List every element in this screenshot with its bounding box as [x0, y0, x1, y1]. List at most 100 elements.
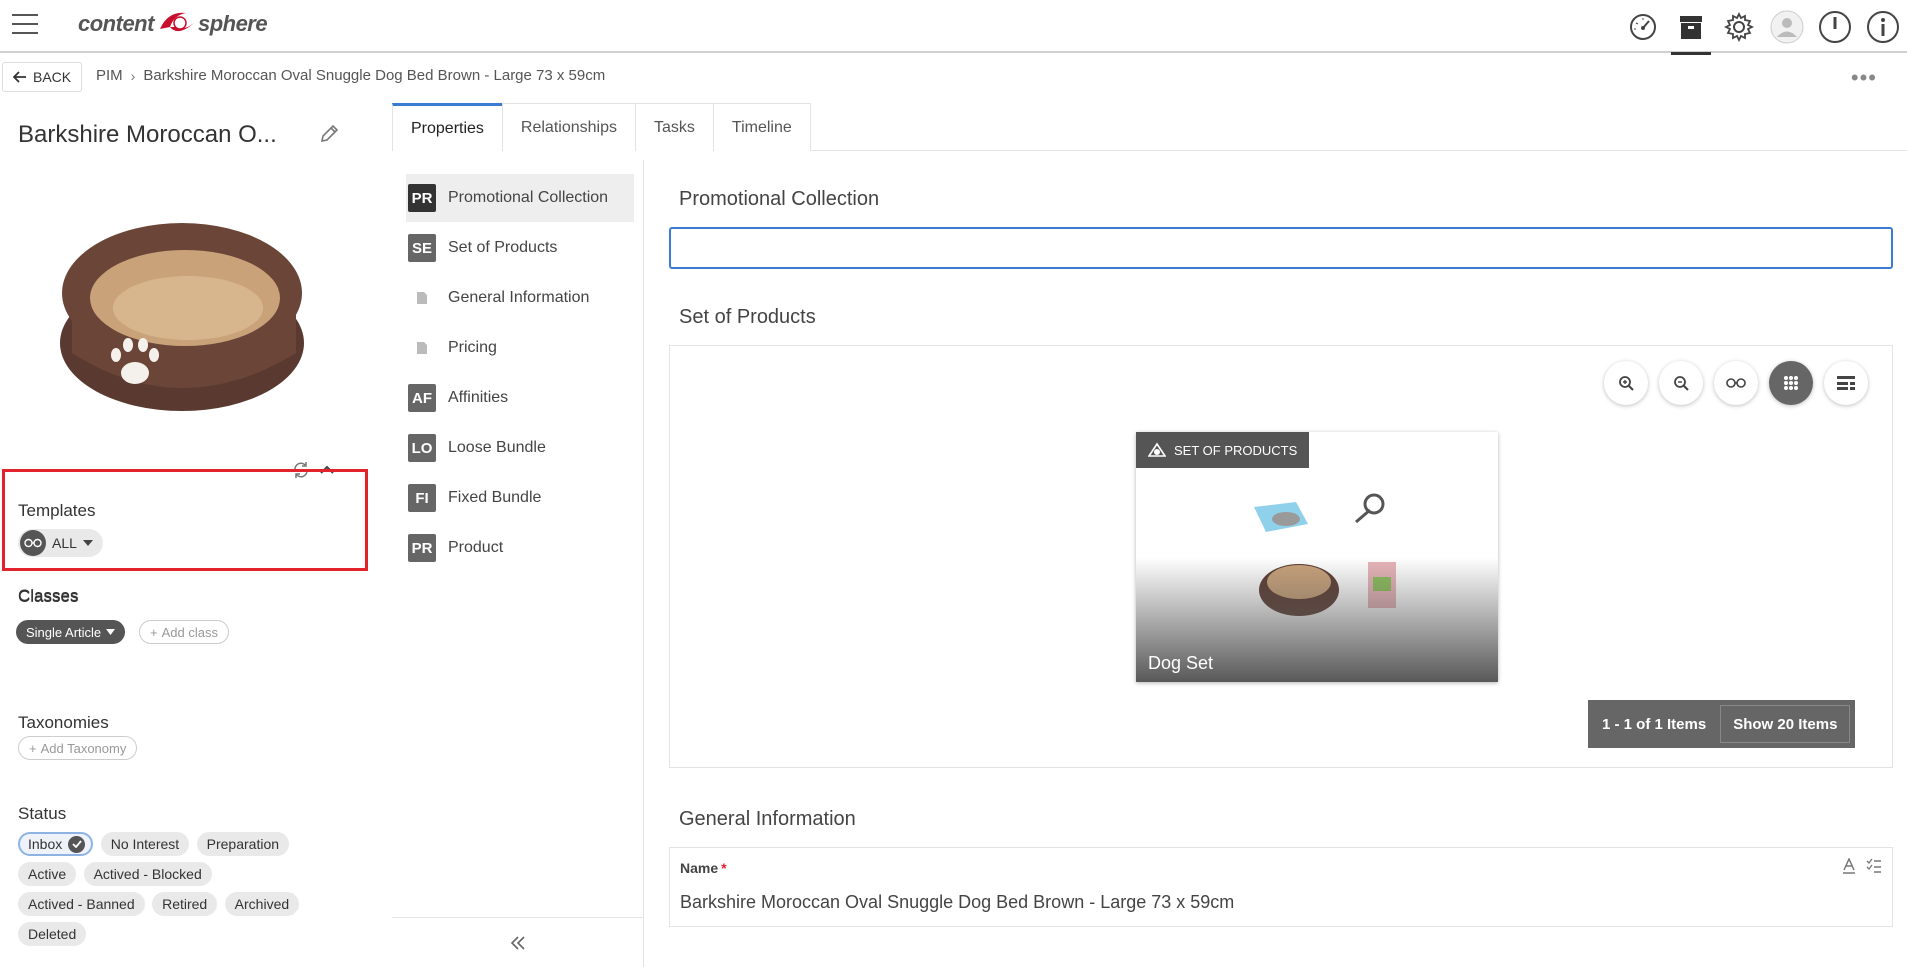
- list-view-icon[interactable]: [1824, 361, 1868, 405]
- arrow-left-icon: [13, 71, 26, 83]
- status-label: Status: [18, 804, 67, 823]
- hamburger-menu-icon[interactable]: [12, 14, 38, 34]
- status-chip-label: Deleted: [28, 926, 77, 942]
- add-taxonomy-button[interactable]: + Add Taxonomy: [18, 736, 138, 760]
- status-chip-actived-blocked[interactable]: Actived - Blocked: [83, 862, 212, 886]
- class-chip-single-article[interactable]: Single Article: [16, 620, 126, 644]
- nav-item-promotional-collection[interactable]: PR Promotional Collection: [406, 174, 634, 222]
- pagination-bar: 1 - 1 of 1 Items Show 20 Items: [1588, 700, 1856, 748]
- status-chip-label: Retired: [162, 896, 208, 912]
- tab-properties[interactable]: Properties: [392, 103, 503, 151]
- show-items-button[interactable]: Show 20 Items: [1720, 705, 1851, 743]
- status-chip-inbox[interactable]: Inbox: [18, 832, 94, 856]
- class-chip-label: Single Article: [26, 624, 102, 640]
- nav-badge: PR: [408, 534, 436, 562]
- general-information-heading: General Information: [679, 808, 856, 830]
- pagination-count: 1 - 1 of 1 Items: [1602, 715, 1707, 733]
- double-chevron-left-icon: [510, 935, 525, 950]
- more-options-icon[interactable]: •••: [1851, 65, 1877, 91]
- nav-item-label: Product: [448, 539, 504, 556]
- tab-bar: Properties Relationships Tasks Timeline: [392, 103, 1907, 151]
- pencil-icon[interactable]: [318, 123, 340, 145]
- logo-text-left: content: [78, 11, 154, 36]
- name-field-value[interactable]: Barkshire Moroccan Oval Snuggle Dog Bed …: [680, 892, 1234, 913]
- tab-timeline[interactable]: Timeline: [712, 103, 811, 151]
- nav-item-label: General Information: [448, 289, 590, 306]
- add-class-button[interactable]: + Add class: [139, 620, 229, 644]
- nav-item-label: Fixed Bundle: [448, 489, 542, 506]
- status-chip-label: Preparation: [206, 836, 280, 852]
- product-card-title: Dog Set: [1148, 653, 1214, 673]
- logo-text-right: sphere: [197, 11, 268, 36]
- promotional-collection-heading: Promotional Collection: [679, 188, 880, 210]
- user-avatar-icon[interactable]: [1763, 0, 1811, 53]
- status-chip-archived[interactable]: Archived: [224, 892, 300, 916]
- power-icon[interactable]: [1811, 0, 1859, 53]
- plus-icon: +: [150, 624, 158, 640]
- product-title: Barkshire Moroccan O...: [18, 121, 277, 148]
- nav-item-label: Set of Products: [448, 239, 558, 256]
- status-chip-active[interactable]: Active: [18, 862, 77, 886]
- grid-view-icon[interactable]: [1769, 361, 1813, 405]
- nav-item-pricing[interactable]: Pricing: [406, 324, 634, 372]
- nav-item-product[interactable]: PR Product: [406, 524, 634, 572]
- status-chip-list: Inbox No Interest Preparation Active Act…: [18, 832, 348, 952]
- text-format-icon[interactable]: [1842, 858, 1856, 874]
- nav-badge: AF: [408, 384, 436, 412]
- tab-tasks[interactable]: Tasks: [634, 103, 714, 151]
- nav-item-label: Affinities: [448, 389, 509, 406]
- checklist-icon[interactable]: [1866, 858, 1882, 874]
- classes-highlight-box: [2, 469, 368, 571]
- top-bar: content sphere: [0, 0, 1907, 55]
- set-of-products-icon: [1148, 442, 1166, 457]
- status-chip-label: Active: [28, 866, 67, 882]
- zoom-in-icon[interactable]: [1604, 361, 1648, 405]
- set-of-products-panel: SET OF PRODUCTS Dog Set 1 - 1 of 1 Items…: [669, 345, 1893, 768]
- breadcrumb-item-current: Barkshire Moroccan Oval Snuggle Dog Bed …: [143, 67, 606, 84]
- add-taxonomy-label: Add Taxonomy: [40, 740, 127, 756]
- name-label-text: Name: [680, 860, 719, 876]
- collapse-nav-button[interactable]: [392, 917, 644, 967]
- nav-item-set-of-products[interactable]: SE Set of Products: [406, 224, 634, 272]
- taxonomies-label: Taxonomies: [18, 713, 109, 732]
- glasses-icon[interactable]: [1714, 361, 1758, 405]
- nav-item-general-information[interactable]: General Information: [406, 274, 634, 322]
- checkmark-icon: [68, 835, 86, 853]
- status-chip-deleted[interactable]: Deleted: [18, 922, 87, 946]
- archive-icon[interactable]: [1667, 0, 1715, 55]
- set-of-products-badge: SET OF PRODUCTS: [1136, 432, 1310, 468]
- status-chip-actived-banned[interactable]: Actived - Banned: [18, 892, 145, 916]
- breadcrumb-item-pim[interactable]: PIM: [96, 67, 123, 84]
- zoom-out-icon[interactable]: [1659, 361, 1703, 405]
- plus-icon: +: [29, 740, 37, 756]
- status-chip-label: Archived: [234, 896, 290, 912]
- status-chip-no-interest[interactable]: No Interest: [100, 832, 190, 856]
- info-icon[interactable]: [1859, 0, 1907, 53]
- nav-item-fixed-bundle[interactable]: FI Fixed Bundle: [406, 474, 634, 522]
- status-chip-label: Actived - Blocked: [93, 866, 202, 882]
- back-button-label: BACK: [33, 69, 72, 85]
- status-chip-preparation[interactable]: Preparation: [196, 832, 290, 856]
- add-class-label: Add class: [161, 624, 218, 640]
- status-chip-retired[interactable]: Retired: [152, 892, 218, 916]
- promotional-collection-input[interactable]: [669, 227, 1893, 269]
- dashboard-icon[interactable]: [1619, 0, 1667, 53]
- nav-badge: LO: [408, 434, 436, 462]
- logo[interactable]: content sphere: [78, 6, 268, 42]
- nav-badge: FI: [408, 484, 436, 512]
- back-button[interactable]: BACK: [2, 62, 83, 92]
- document-icon: [408, 334, 436, 362]
- nav-item-label: Pricing: [448, 339, 497, 356]
- status-chip-label: No Interest: [110, 836, 180, 852]
- nav-item-loose-bundle[interactable]: LO Loose Bundle: [406, 424, 634, 472]
- breadcrumb-bar: BACK PIM › Barkshire Moroccan Oval Snugg…: [0, 55, 1907, 103]
- logo-swoosh-icon: [159, 12, 194, 32]
- nav-item-affinities[interactable]: AF Affinities: [406, 374, 634, 422]
- gear-icon[interactable]: [1715, 0, 1763, 53]
- product-card-dog-set[interactable]: SET OF PRODUCTS Dog Set: [1136, 432, 1498, 682]
- tab-relationships[interactable]: Relationships: [501, 103, 636, 151]
- classes-label-visible: Classes: [18, 586, 79, 605]
- status-chip-label: Inbox: [28, 836, 63, 852]
- nav-badge: PR: [408, 184, 436, 212]
- name-field-label: Name *: [680, 860, 727, 876]
